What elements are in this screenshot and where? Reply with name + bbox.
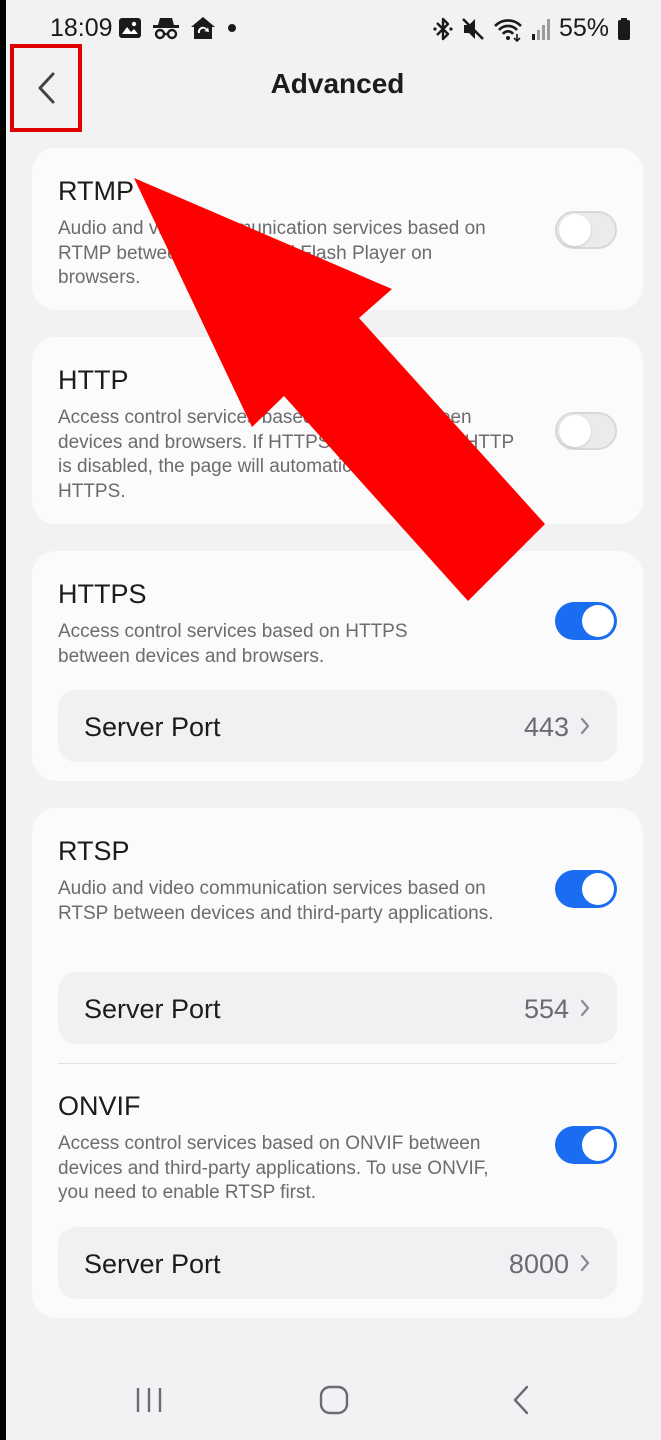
rtmp-description: Audio and video communication services b… (58, 218, 486, 288)
toggle-knob (559, 415, 591, 447)
app-header: Advanced (0, 44, 661, 132)
rtsp-toggle[interactable] (555, 870, 617, 908)
rtsp-description: Audio and video communication services b… (58, 878, 494, 924)
onvif-toggle[interactable] (555, 1126, 617, 1164)
home-icon[interactable] (319, 1385, 349, 1415)
rtmp-toggle[interactable] (555, 211, 617, 249)
http-card: HTTP Access control services based on HT… (32, 337, 643, 524)
https-card: HTTPS Access control services based on H… (32, 551, 643, 781)
gallery-icon (119, 18, 141, 38)
status-time: 18:09 (50, 14, 113, 42)
https-server-port-row[interactable]: Server Port 443 (58, 690, 617, 762)
dot-icon (228, 24, 236, 32)
status-left-icons (118, 16, 238, 40)
recents-icon[interactable] (134, 1386, 164, 1414)
battery-icon (618, 17, 630, 40)
incognito-icon (153, 18, 179, 40)
toggle-knob (582, 605, 614, 637)
server-port-value: 443 (523, 712, 569, 742)
signal-icon (531, 18, 550, 40)
section-divider (58, 1063, 617, 1064)
server-port-label: Server Port (84, 712, 221, 742)
server-port-value: 554 (523, 994, 569, 1024)
rtmp-card: RTMP Audio and video communication servi… (32, 148, 643, 310)
https-description: Access control services based on HTTPS b… (58, 621, 408, 667)
screen-edge (0, 0, 6, 1440)
onvif-description: Access control services based on ONVIF b… (58, 1133, 489, 1203)
back-icon[interactable] (510, 1384, 532, 1416)
onvif-server-port-row[interactable]: Server Port 8000 (58, 1227, 617, 1299)
onvif-title: ONVIF (58, 1091, 141, 1121)
battery-percent: 55% (558, 14, 609, 42)
toggle-knob (582, 1129, 614, 1161)
home-sync-icon (191, 17, 215, 39)
https-title: HTTPS (58, 579, 147, 609)
http-description: Access control services based on HTTP be… (58, 407, 514, 502)
system-nav-bar (0, 1360, 661, 1440)
rtsp-title: RTSP (58, 836, 130, 866)
wifi-icon (494, 18, 522, 42)
rtmp-title: RTMP (58, 176, 135, 206)
chevron-right-icon (580, 1254, 590, 1272)
chevron-right-icon (580, 717, 590, 735)
rtsp-server-port-row[interactable]: Server Port 554 (58, 972, 617, 1044)
status-right-icons: 55% (433, 14, 631, 43)
server-port-label: Server Port (84, 1249, 221, 1279)
toggle-knob (582, 873, 614, 905)
https-toggle[interactable] (555, 602, 617, 640)
toggle-knob (559, 214, 591, 246)
bluetooth-icon (433, 17, 453, 40)
page-title: Advanced (270, 68, 405, 99)
mute-icon (462, 17, 484, 40)
chevron-right-icon (580, 999, 590, 1017)
rtsp-onvif-card: RTSP Audio and video communication servi… (32, 808, 643, 1318)
http-title: HTTP (58, 365, 129, 395)
server-port-value: 8000 (508, 1249, 569, 1279)
server-port-label: Server Port (84, 994, 221, 1024)
http-toggle[interactable] (555, 412, 617, 450)
